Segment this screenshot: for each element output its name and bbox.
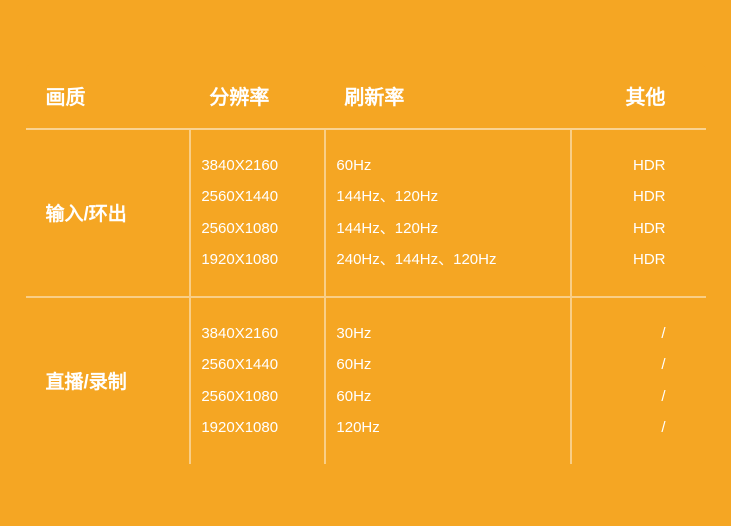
other-value: /: [592, 318, 665, 350]
other-value: HDR: [592, 150, 665, 182]
resolutions-col-1: 3840X21602560X14402560X10801920X1080: [189, 298, 324, 464]
resolution-value: 3840X2160: [201, 318, 314, 350]
other-col-1: ////: [570, 298, 705, 464]
refresh-value: 60Hz: [336, 381, 560, 413]
section-label-1: 直播/录制: [26, 298, 190, 464]
resolution-value: 2560X1440: [201, 349, 314, 381]
table-row: 直播/录制3840X21602560X14402560X10801920X108…: [26, 298, 706, 464]
resolution-value: 3840X2160: [201, 150, 314, 182]
header-resolution: 分辨率: [189, 63, 324, 128]
other-value: HDR: [592, 244, 665, 276]
other-value: HDR: [592, 181, 665, 213]
refresh-value: 144Hz、120Hz: [336, 213, 560, 245]
other-col-0: HDRHDRHDRHDR: [570, 130, 705, 296]
refresh-col-1: 30Hz60Hz60Hz120Hz: [324, 298, 570, 464]
header-refresh: 刷新率: [324, 63, 570, 128]
refresh-value: 30Hz: [336, 318, 560, 350]
refresh-value: 60Hz: [336, 150, 560, 182]
section-label-0: 输入/环出: [26, 130, 190, 296]
resolution-value: 2560X1080: [201, 213, 314, 245]
other-value: HDR: [592, 213, 665, 245]
refresh-col-0: 60Hz144Hz、120Hz144Hz、120Hz240Hz、144Hz、12…: [324, 130, 570, 296]
table-header: 画质 分辨率 刷新率 其他: [26, 63, 706, 128]
other-value: /: [592, 381, 665, 413]
spec-table: 画质 分辨率 刷新率 其他 输入/环出3840X21602560X1440256…: [26, 63, 706, 464]
header-other: 其他: [570, 63, 705, 128]
resolutions-col-0: 3840X21602560X14402560X10801920X1080: [189, 130, 324, 296]
refresh-value: 120Hz: [336, 412, 560, 444]
resolution-value: 2560X1440: [201, 181, 314, 213]
resolution-value: 2560X1080: [201, 381, 314, 413]
header-quality: 画质: [26, 63, 190, 128]
refresh-value: 144Hz、120Hz: [336, 181, 560, 213]
refresh-value: 240Hz、144Hz、120Hz: [336, 244, 560, 276]
resolution-value: 1920X1080: [201, 412, 314, 444]
other-value: /: [592, 349, 665, 381]
other-value: /: [592, 412, 665, 444]
table-row: 输入/环出3840X21602560X14402560X10801920X108…: [26, 130, 706, 296]
refresh-value: 60Hz: [336, 349, 560, 381]
resolution-value: 1920X1080: [201, 244, 314, 276]
